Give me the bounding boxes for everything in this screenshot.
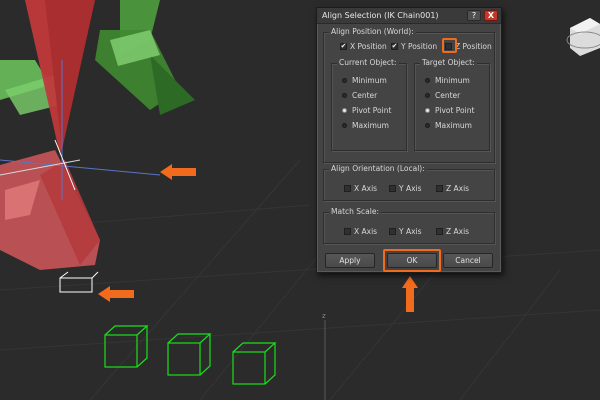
y-position-label: Y Position	[401, 42, 438, 51]
current-object-group: Current Object: Minimum Center Pivot Poi…	[331, 58, 407, 151]
orange-arrow-icon	[402, 276, 418, 312]
orientation-x-label: X Axis	[354, 184, 378, 193]
current-object-legend: Current Object:	[337, 58, 399, 67]
match-scale-group: Match Scale: X Axis Y Axis Z Axis	[323, 207, 495, 244]
scale-z-label: Z Axis	[446, 227, 470, 236]
orientation-y-label: Y Axis	[399, 184, 422, 193]
green-wire-boxes[interactable]	[104, 325, 277, 385]
viewport-3d[interactable]: z	[0, 0, 600, 400]
x-position-checkbox[interactable]: ✔ X Position	[340, 42, 387, 51]
z-position-highlight	[442, 38, 457, 53]
radio-dot[interactable]	[425, 93, 430, 98]
orientation-x-check-box[interactable]	[344, 185, 351, 192]
scale-x-check-box[interactable]	[344, 228, 351, 235]
target-object-legend: Target Object:	[420, 58, 477, 67]
radio-dot[interactable]	[425, 78, 430, 83]
target-center-radio[interactable]: Center	[425, 91, 460, 100]
radio-dot[interactable]	[425, 123, 430, 128]
scale-z-check-box[interactable]	[436, 228, 443, 235]
radio-dot[interactable]	[342, 123, 347, 128]
scale-x-label: X Axis	[354, 227, 378, 236]
radio-dot[interactable]	[342, 93, 347, 98]
scale-y-label: Y Axis	[399, 227, 422, 236]
align-position-group: Align Position (World): ✔ X Position ✔ Y…	[323, 27, 495, 163]
orange-arrow-icon	[160, 164, 196, 180]
current-center-radio[interactable]: Center	[342, 91, 377, 100]
scale-x-axis-checkbox[interactable]: X Axis	[344, 227, 377, 236]
target-maximum-label: Maximum	[435, 121, 472, 130]
target-minimum-radio[interactable]: Minimum	[425, 76, 470, 85]
radio-dot[interactable]	[342, 78, 347, 83]
target-pivot-point-radio[interactable]: Pivot Point	[425, 106, 474, 115]
viewport-grid	[0, 159, 600, 400]
target-pivot-point-label: Pivot Point	[435, 106, 475, 115]
current-pivot-point-radio[interactable]: Pivot Point	[342, 106, 391, 115]
z-position-label: Z Position	[455, 42, 492, 51]
scale-y-axis-checkbox[interactable]: Y Axis	[389, 227, 422, 236]
align-position-legend: Align Position (World):	[329, 27, 416, 36]
apply-button[interactable]: Apply	[325, 253, 375, 268]
dialog-title: Align Selection (IK Chain001)	[322, 11, 439, 20]
x-position-check-box[interactable]: ✔	[340, 43, 347, 50]
align-selection-dialog: Align Selection (IK Chain001) ? X Align …	[316, 7, 502, 273]
viewport-axis-label: z	[322, 312, 326, 320]
x-position-label: X Position	[350, 42, 387, 51]
orientation-x-axis-checkbox[interactable]: X Axis	[344, 184, 377, 193]
target-minimum-label: Minimum	[435, 76, 470, 85]
scale-z-axis-checkbox[interactable]: Z Axis	[436, 227, 469, 236]
ok-button-highlight	[383, 249, 441, 272]
current-minimum-label: Minimum	[352, 76, 387, 85]
orientation-y-check-box[interactable]	[389, 185, 396, 192]
y-position-checkbox[interactable]: ✔ Y Position	[391, 42, 437, 51]
cancel-button[interactable]: Cancel	[443, 253, 493, 268]
scale-y-check-box[interactable]	[389, 228, 396, 235]
current-maximum-label: Maximum	[352, 121, 389, 130]
current-pivot-point-label: Pivot Point	[352, 106, 392, 115]
align-orientation-group: Align Orientation (Local): X Axis Y Axis…	[323, 164, 495, 201]
target-maximum-radio[interactable]: Maximum	[425, 121, 472, 130]
close-button[interactable]: X	[484, 10, 498, 21]
current-minimum-radio[interactable]: Minimum	[342, 76, 387, 85]
y-position-check-box[interactable]: ✔	[391, 43, 398, 50]
orientation-z-check-box[interactable]	[436, 185, 443, 192]
target-object-group: Target Object: Minimum Center Pivot Poin…	[414, 58, 490, 151]
target-center-label: Center	[435, 91, 461, 100]
viewcube[interactable]	[566, 18, 600, 56]
dialog-titlebar[interactable]: Align Selection (IK Chain001) ? X	[317, 8, 501, 24]
orientation-z-axis-checkbox[interactable]: Z Axis	[436, 184, 469, 193]
help-button[interactable]: ?	[467, 10, 481, 21]
orange-arrow-icon	[98, 286, 134, 302]
radio-dot-selected[interactable]	[342, 108, 347, 113]
orientation-z-label: Z Axis	[446, 184, 470, 193]
current-maximum-radio[interactable]: Maximum	[342, 121, 389, 130]
orientation-y-axis-checkbox[interactable]: Y Axis	[389, 184, 422, 193]
radio-dot-selected[interactable]	[425, 108, 430, 113]
match-scale-legend: Match Scale:	[329, 207, 381, 216]
align-orientation-legend: Align Orientation (Local):	[329, 164, 427, 173]
current-center-label: Center	[352, 91, 378, 100]
ik-target-wireframe[interactable]	[59, 271, 99, 293]
